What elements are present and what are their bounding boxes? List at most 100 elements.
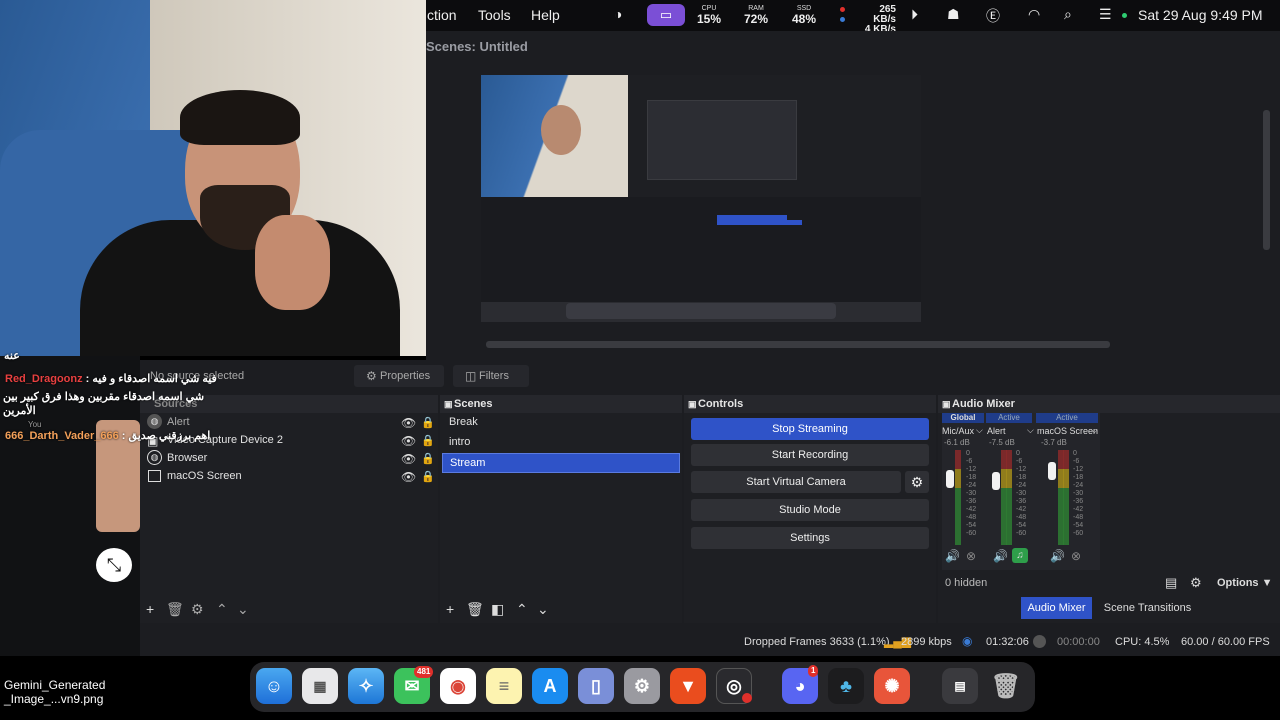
- channel-name-alert[interactable]: Alert: [987, 426, 1006, 436]
- lock-icon[interactable]: 🔒: [421, 470, 435, 483]
- start-virtual-camera-button[interactable]: Start Virtual Camera: [691, 471, 901, 493]
- start-recording-button[interactable]: Start Recording: [691, 444, 929, 466]
- preview-horizontal-scrollbar[interactable]: [486, 341, 1110, 348]
- channel-name-macos[interactable]: macOS Screen: [1037, 426, 1098, 436]
- theme-icon[interactable]: ◑: [614, 6, 622, 22]
- source-settings-icon[interactable]: ⚙: [191, 601, 204, 618]
- db-scale-mic: 0 -6 -12 -18 -24 -30 -36 -42 -48 -54 -60: [966, 450, 977, 537]
- status-bar: Dropped Frames 3633 (1.1%) ▂▄▆ 2899 kbps…: [140, 630, 1280, 654]
- volume-slider-mic[interactable]: [946, 470, 954, 488]
- layout-icon[interactable]: ▤: [1165, 575, 1177, 591]
- menu-action[interactable]: ction: [427, 7, 457, 23]
- lock-icon[interactable]: 🔒: [421, 434, 435, 447]
- lock-icon[interactable]: 🔒: [421, 416, 435, 429]
- wifi-icon[interactable]: ◠: [1028, 6, 1040, 23]
- upload-dot-icon: [840, 7, 845, 12]
- ssd-stat[interactable]: SSD 48%: [792, 5, 816, 25]
- visibility-eye-icon[interactable]: 👁: [401, 416, 416, 430]
- remove-source-icon[interactable]: 🗑: [166, 601, 184, 618]
- panel-grip-icon: ▣: [688, 399, 697, 409]
- chart-logo-icon: ⤡: [96, 548, 132, 582]
- finder-icon[interactable]: ☺: [256, 668, 292, 704]
- add-scene-icon[interactable]: +: [446, 601, 454, 617]
- mixer-settings-icon[interactable]: ⚙: [1190, 575, 1202, 591]
- scene-item-stream[interactable]: Stream: [442, 453, 680, 473]
- tab-scene-transitions[interactable]: Scene Transitions: [1100, 597, 1195, 619]
- chevron-down-icon[interactable]: ⌵: [976, 425, 983, 436]
- notes-icon[interactable]: ≡: [486, 668, 522, 704]
- people-icon[interactable]: ☗: [947, 6, 960, 23]
- visibility-eye-icon[interactable]: 👁: [401, 452, 416, 466]
- settings-button[interactable]: Settings: [691, 527, 929, 549]
- downloads-stack-icon[interactable]: ▤: [942, 668, 978, 704]
- system-settings-icon[interactable]: ⚙: [624, 668, 660, 704]
- volume-slider-macos[interactable]: [1048, 462, 1056, 480]
- panel-grip-icon: ▣: [444, 399, 453, 409]
- chrome-icon[interactable]: ◉: [440, 668, 476, 704]
- preview-nested-window: [647, 100, 797, 180]
- currency-icon[interactable]: Ⓔ: [986, 6, 1000, 26]
- scene-filters-icon[interactable]: ◧: [491, 601, 504, 618]
- channel-name-mic[interactable]: Mic/Aux: [942, 426, 974, 436]
- chat-message-1-cont: شي اسمه اصدقاء مقربين وهذا فرق كبير بين: [3, 391, 205, 403]
- vpn-icon[interactable]: ▯: [578, 668, 614, 704]
- move-down-icon[interactable]: ⌄: [237, 601, 249, 618]
- screen-mirror-icon[interactable]: ▭: [647, 4, 685, 26]
- program-preview[interactable]: [481, 75, 921, 322]
- visibility-eye-icon[interactable]: 👁: [401, 434, 416, 448]
- options-button[interactable]: Options ▼: [1217, 577, 1273, 589]
- monitor-off-icon[interactable]: ⊗: [1071, 549, 1081, 563]
- headphones-icon[interactable]: ♫: [1012, 548, 1028, 563]
- studio-mode-button[interactable]: Studio Mode: [691, 499, 929, 521]
- menu-help[interactable]: Help: [531, 7, 560, 23]
- visibility-eye-icon[interactable]: 👁: [401, 470, 416, 484]
- stop-streaming-button[interactable]: Stop Streaming: [691, 418, 929, 440]
- source-item-browser[interactable]: ◍ Browser: [147, 449, 432, 467]
- cpu-stat[interactable]: CPU 15%: [697, 5, 721, 25]
- control-center-icon[interactable]: ☰: [1099, 6, 1112, 23]
- chat-line-0: عنه: [4, 350, 20, 362]
- brave-icon[interactable]: ▼: [670, 668, 706, 704]
- tab-audio-mixer[interactable]: Audio Mixer: [1021, 597, 1092, 619]
- remove-scene-icon[interactable]: 🗑: [466, 601, 484, 618]
- speaker-icon[interactable]: 🔊: [993, 549, 1008, 563]
- move-up-icon[interactable]: ⌃: [216, 601, 228, 618]
- virtual-camera-settings-icon[interactable]: ⚙: [905, 471, 929, 493]
- play-icon[interactable]: ⏵: [911, 6, 918, 23]
- speaker-icon[interactable]: 🔊: [945, 549, 960, 563]
- keychain-icon[interactable]: ♣: [828, 668, 864, 704]
- scene-item-intro[interactable]: intro: [442, 433, 680, 451]
- chat-username: Red_Dragoonz: [5, 373, 83, 385]
- app-store-icon[interactable]: A: [532, 668, 568, 704]
- lock-icon[interactable]: 🔒: [421, 452, 435, 465]
- volume-meter-alert-r: [1006, 450, 1012, 545]
- desktop-file[interactable]: Gemini_Generated _Image_...vn9.png: [4, 678, 105, 706]
- scene-down-icon[interactable]: ⌄: [537, 601, 549, 618]
- launchpad-icon[interactable]: ▦: [302, 668, 338, 704]
- preview-lower: [481, 197, 921, 302]
- obs-recording-dot: [742, 693, 752, 703]
- scene-item-break[interactable]: Break: [442, 413, 680, 431]
- search-icon[interactable]: ⌕: [1064, 6, 1072, 23]
- menu-tools[interactable]: Tools: [478, 7, 511, 23]
- safari-icon[interactable]: ✧: [348, 668, 384, 704]
- ram-stat[interactable]: RAM 72%: [744, 5, 768, 25]
- volume-meter-macos-r: [1063, 450, 1069, 545]
- source-item-macos-screen[interactable]: macOS Screen: [147, 467, 432, 485]
- channel-tag-macos: Active: [1036, 413, 1098, 423]
- audio-mixer-header: ▣ Audio Mixer: [938, 395, 1280, 413]
- streaming-icon: ◉: [962, 634, 973, 648]
- chevron-down-icon[interactable]: ⌵: [1027, 425, 1034, 436]
- volume-slider-alert[interactable]: [992, 472, 1000, 490]
- add-source-icon[interactable]: +: [146, 601, 154, 617]
- preview-vertical-scrollbar[interactable]: [1263, 110, 1270, 250]
- properties-button[interactable]: ⚙ Properties: [354, 365, 444, 387]
- scene-up-icon[interactable]: ⌃: [516, 601, 528, 618]
- trash-icon[interactable]: 🗑: [988, 668, 1024, 704]
- clock[interactable]: Sat 29 Aug 9:49 PM: [1138, 7, 1263, 23]
- monitor-off-icon[interactable]: ⊗: [966, 549, 976, 563]
- filters-button[interactable]: ◫ Filters: [453, 365, 529, 387]
- claude-icon[interactable]: ✺: [874, 668, 910, 704]
- speaker-icon[interactable]: 🔊: [1050, 549, 1065, 563]
- chevron-down-icon[interactable]: ⌵: [1091, 425, 1098, 436]
